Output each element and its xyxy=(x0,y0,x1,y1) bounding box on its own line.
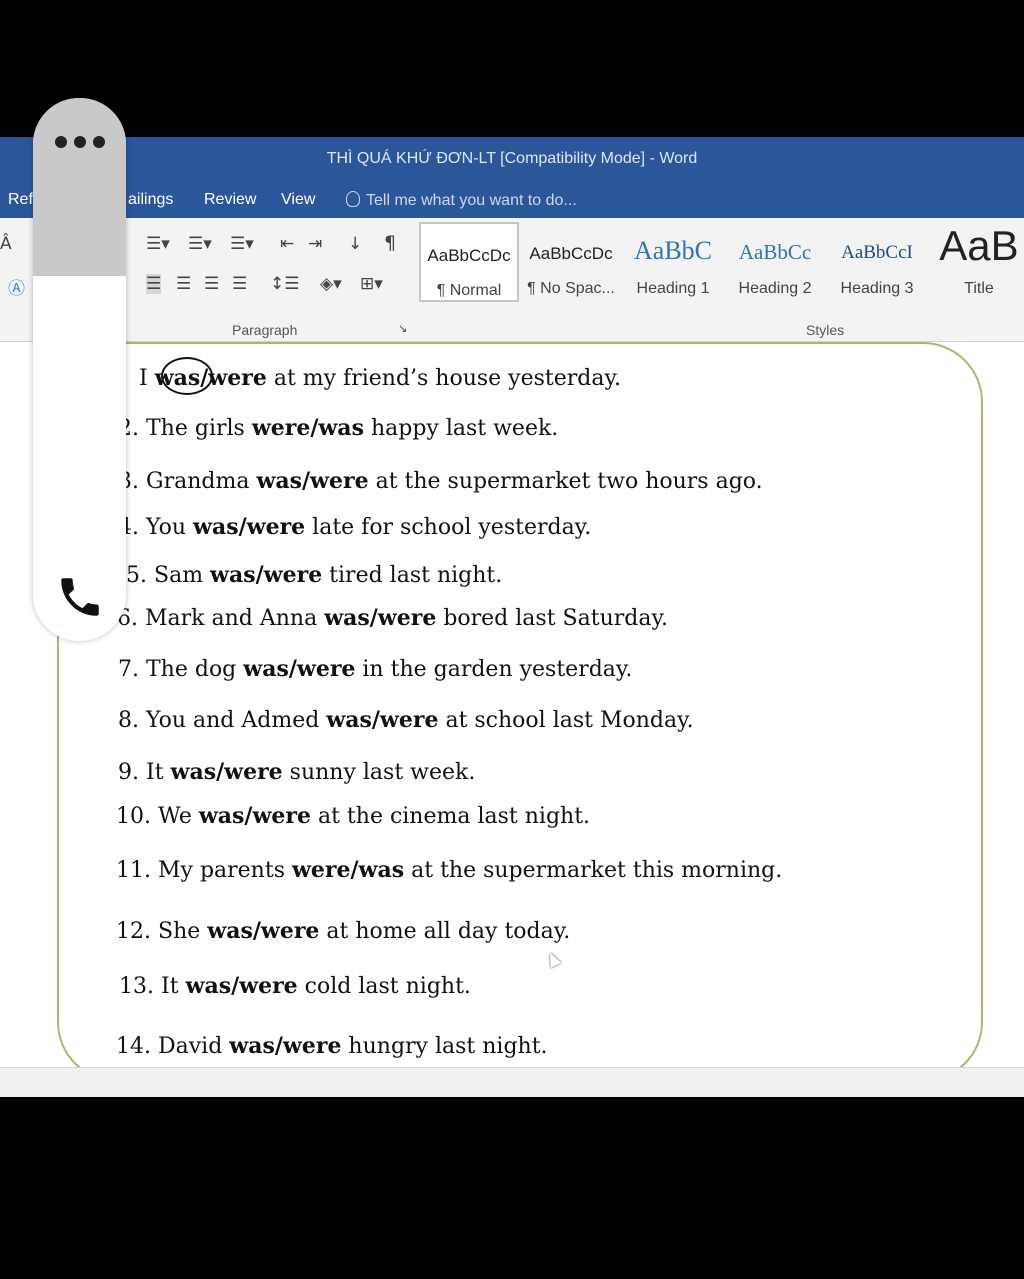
increase-indent-icon[interactable]: ⇥ xyxy=(308,234,322,254)
align-center-icon[interactable]: ☰ xyxy=(176,274,191,294)
style-sample: AaBbC xyxy=(634,236,712,265)
font-grow-icon[interactable]: Â xyxy=(0,234,12,254)
tell-me-search[interactable]: Tell me what you want to do... xyxy=(346,191,577,210)
more-dots-icon[interactable] xyxy=(55,136,105,150)
dot xyxy=(55,136,67,148)
exercise-line-7: 7. The dog was/were in the garden yester… xyxy=(118,656,633,682)
exercise-line-8: 8. You and Admed was/were at school last… xyxy=(118,707,694,733)
tab-review[interactable]: Review xyxy=(204,191,256,209)
exercise-line-2: 2. The girls were/was happy last week. xyxy=(118,415,559,441)
exercise-line-5: 5. Sam was/were tired last night. xyxy=(126,562,503,588)
style-heading-2[interactable]: AaBbCc Heading 2 xyxy=(725,222,825,302)
style-heading-1[interactable]: AaBbC Heading 1 xyxy=(623,222,723,302)
sort-icon[interactable]: ↓ xyxy=(348,234,362,254)
exercise-line-10: 10. We was/were at the cinema last night… xyxy=(116,803,591,829)
style-name: ¶ Normal xyxy=(436,282,502,299)
exercise-line-12: 12. She was/were at home all day today. xyxy=(116,918,571,944)
lightbulb-icon xyxy=(346,191,360,207)
styles-gallery: AaBbCcDc ¶ Normal AaBbCcDc ¶ No Spac... … xyxy=(419,222,1024,302)
dot xyxy=(93,136,105,148)
style-sample: AaBbCcDc xyxy=(529,244,613,263)
window-title: THÌ QUÁ KHỨ ĐƠN-LT [Compatibility Mode] … xyxy=(326,150,698,167)
style-sample: AaB xyxy=(939,222,1019,269)
style-sample: AaBbCcDc xyxy=(427,246,511,265)
word-window: THÌ QUÁ KHỨ ĐƠN-LT [Compatibility Mode] … xyxy=(0,137,1024,1097)
answer-circle xyxy=(161,357,213,395)
bullets-icon[interactable]: ☰▾ xyxy=(146,234,170,254)
decrease-indent-icon[interactable]: ⇤ xyxy=(280,234,294,254)
borders-icon[interactable]: ⊞▾ xyxy=(360,274,383,294)
exercise-line-6: 6. Mark and Anna was/were bored last Sat… xyxy=(117,605,668,631)
justify-icon[interactable]: ☰ xyxy=(232,274,247,294)
shading-icon[interactable]: ◈▾ xyxy=(320,274,342,294)
tab-view[interactable]: View xyxy=(281,191,315,209)
style-name: Heading 1 xyxy=(636,280,710,297)
style-name: Heading 3 xyxy=(840,280,914,297)
status-bar xyxy=(0,1067,1024,1097)
multilevel-list-icon[interactable]: ☰▾ xyxy=(230,234,254,254)
tell-me-text: Tell me what you want to do... xyxy=(366,192,577,209)
overlay-menu-area[interactable] xyxy=(33,98,126,276)
style-heading-3[interactable]: AaBbCcI Heading 3 xyxy=(827,222,927,302)
exercise-line-11: 11. My parents were/was at the supermark… xyxy=(116,857,783,883)
exercise-line-4: 4. You was/were late for school yesterda… xyxy=(118,514,592,540)
title-bar: THÌ QUÁ KHỨ ĐƠN-LT [Compatibility Mode] … xyxy=(0,137,1024,182)
dot xyxy=(74,136,86,148)
line-spacing-icon[interactable]: ↕☰ xyxy=(270,274,299,294)
document-page[interactable]: . I was/were at my friend’s house yester… xyxy=(0,342,1024,1082)
exercise-line-9: 9. It was/were sunny last week. xyxy=(118,759,476,785)
style-normal[interactable]: AaBbCcDc ¶ Normal xyxy=(419,222,519,302)
style-sample: AaBbCcI xyxy=(841,242,913,263)
align-left-icon[interactable]: ☰ xyxy=(146,274,162,294)
exercise-line-14: 14. David was/were hungry last night. xyxy=(116,1033,548,1059)
style-name: ¶ No Spac... xyxy=(527,280,615,297)
styles-group-label: Styles xyxy=(806,322,845,338)
style-name: Title xyxy=(964,280,994,297)
ribbon-tabs: Ref ailings Review View Tell me what you… xyxy=(0,182,1024,218)
style-sample: AaBbCc xyxy=(738,240,812,264)
numbering-icon[interactable]: ☰▾ xyxy=(188,234,212,254)
style-name: Heading 2 xyxy=(738,280,812,297)
text-effects-icon[interactable]: Ⓐ xyxy=(8,274,25,299)
tab-references[interactable]: Ref xyxy=(8,191,33,209)
exercise-line-3: 3. Grandma was/were at the supermarket t… xyxy=(118,468,763,494)
tab-mailings[interactable]: ailings xyxy=(128,191,173,209)
paragraph-launcher-icon[interactable]: ↘ xyxy=(398,322,407,335)
ribbon: Â Ⓐ ☰▾ ☰▾ ☰▾ ⇤ ⇥ ↓ ¶ ☰ ☰ ☰ ☰ ↕☰ ◈▾ ⊞▾ P… xyxy=(0,218,1024,342)
pilcrow-icon[interactable]: ¶ xyxy=(384,232,396,254)
exercise-line-13: 13. It was/were cold last night. xyxy=(119,973,471,999)
floating-call-widget[interactable] xyxy=(33,98,126,641)
style-no-spacing[interactable]: AaBbCcDc ¶ No Spac... xyxy=(521,222,621,302)
style-title[interactable]: AaB Title xyxy=(929,222,1024,302)
phone-icon[interactable] xyxy=(55,572,105,630)
paragraph-group-label: Paragraph xyxy=(232,322,298,338)
align-right-icon[interactable]: ☰ xyxy=(204,274,219,294)
